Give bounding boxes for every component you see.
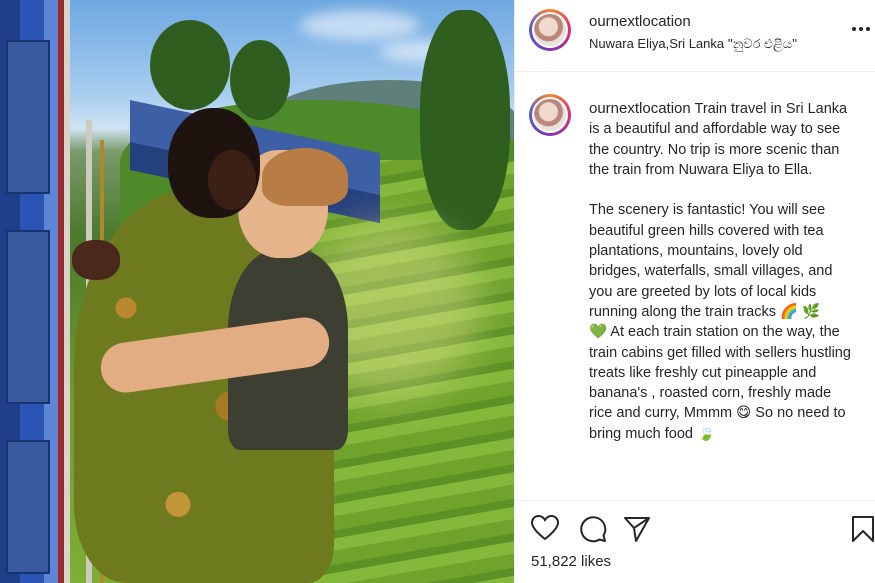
tree <box>230 40 290 120</box>
heart-icon[interactable] <box>531 515 559 541</box>
action-bar: 51,822 likes <box>515 500 875 583</box>
tree <box>420 10 510 230</box>
avatar-image <box>532 12 568 48</box>
more-options-icon[interactable] <box>846 14 875 44</box>
dot <box>852 27 856 31</box>
caption-username[interactable]: ournextlocation <box>589 100 691 117</box>
comment-icon[interactable] <box>579 515 607 543</box>
cloud <box>300 10 420 40</box>
tree <box>150 20 230 110</box>
post-photo[interactable] <box>0 0 514 583</box>
header-location[interactable]: Nuwara Eliya,Sri Lanka ''නුවර එළිය'' <box>589 36 797 52</box>
train-window <box>6 40 50 194</box>
bookmark-icon[interactable] <box>850 515 875 543</box>
avatar[interactable] <box>529 9 571 51</box>
avatar-image <box>532 97 568 133</box>
caption: ournextlocation Train travel in Sri Lank… <box>589 99 857 444</box>
train-window <box>6 230 50 404</box>
post-header: ournextlocation Nuwara Eliya,Sri Lanka '… <box>515 0 875 72</box>
header-username[interactable]: ournextlocation <box>589 13 691 30</box>
dot <box>859 27 863 31</box>
caption-text: Train travel in Sri Lanka is a beautiful… <box>589 101 851 442</box>
dot <box>866 27 870 31</box>
share-icon[interactable] <box>623 515 651 543</box>
train-car <box>0 0 70 583</box>
train-window <box>6 440 50 574</box>
instagram-post: ournextlocation Nuwara Eliya,Sri Lanka '… <box>0 0 875 583</box>
likes-count[interactable]: 51,822 likes <box>531 553 611 570</box>
woman-face <box>208 150 256 210</box>
caption-section: ournextlocation Train travel in Sri Lank… <box>515 72 875 500</box>
caption-avatar[interactable] <box>529 94 571 136</box>
post-side-panel: ournextlocation Nuwara Eliya,Sri Lanka '… <box>514 0 875 583</box>
man-hair <box>262 148 348 206</box>
hand-on-rail <box>72 240 120 280</box>
